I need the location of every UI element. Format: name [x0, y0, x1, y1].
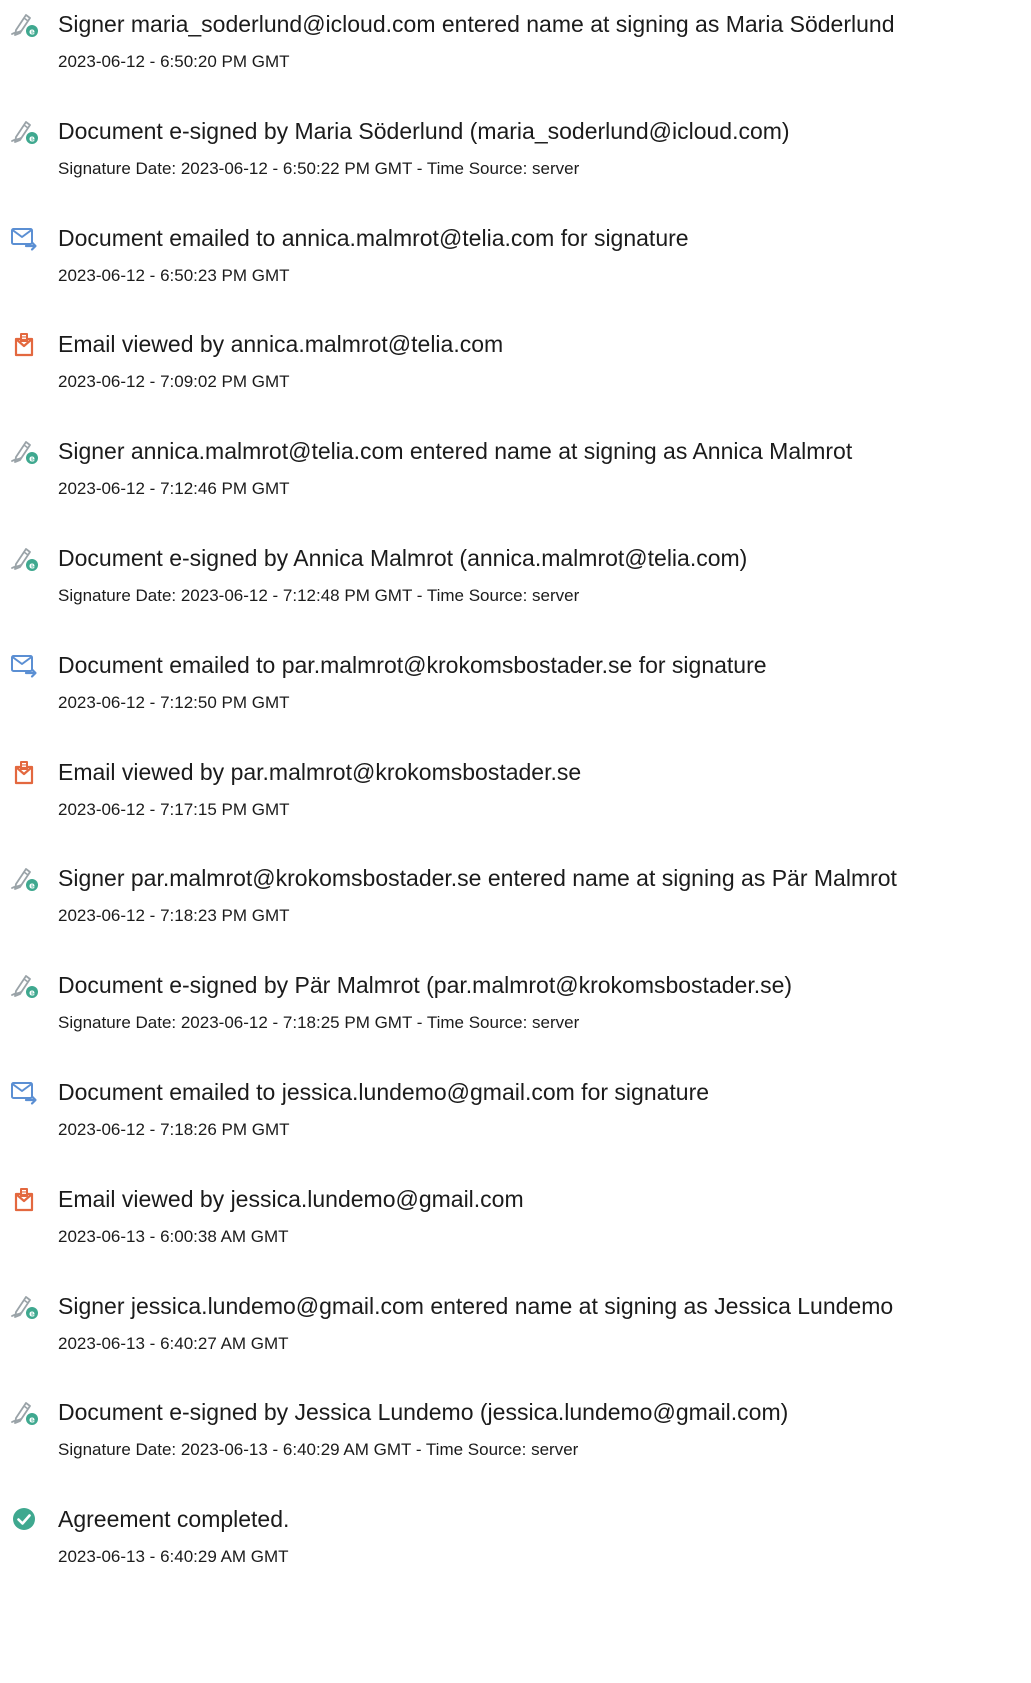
audit-event: Email viewed by par.malmrot@krokomsbosta…	[0, 758, 1031, 858]
event-timestamp: 2023-06-13 - 6:00:38 AM GMT	[58, 1226, 289, 1246]
svg-text:e: e	[29, 28, 35, 38]
email-viewed-icon	[9, 758, 39, 788]
event-timestamp: 2023-06-12 - 7:12:46 PM GMT	[58, 479, 290, 499]
audit-event: e Document e-signed by Jessica Lundemo (j…	[0, 1398, 1031, 1498]
svg-text:e: e	[29, 134, 35, 144]
signer-icon: e	[9, 437, 39, 467]
event-description: Signer jessica.lundemo@gmail.com entered…	[58, 1292, 894, 1319]
email-sent-icon	[9, 1078, 39, 1108]
event-description: Agreement completed.	[58, 1506, 290, 1533]
svg-text:e: e	[29, 882, 35, 892]
audit-event-list: e Signer maria_soderlund@icloud.com enter…	[0, 0, 1031, 1683]
event-timestamp: 2023-06-12 - 7:18:26 PM GMT	[58, 1120, 290, 1139]
email-viewed-icon	[9, 330, 39, 360]
event-description: Signer annica.malmrot@telia.com entered …	[58, 438, 853, 465]
svg-text:e: e	[29, 455, 35, 465]
event-timestamp: 2023-06-12 - 7:12:50 PM GMT	[58, 692, 290, 712]
svg-text:e: e	[29, 1416, 35, 1426]
event-description: Document e-signed by Jessica Lundemo (je…	[58, 1399, 789, 1426]
event-timestamp: 2023-06-12 - 6:50:20 PM GMT	[58, 52, 290, 71]
audit-event: Agreement completed. 2023-06-13 - 6:40:29…	[0, 1505, 1031, 1605]
svg-text:e: e	[29, 989, 35, 999]
signer-icon: e	[9, 1398, 39, 1428]
audit-event: e Signer par.malmrot@krokomsbostader.se e…	[0, 864, 1031, 964]
signer-icon: e	[9, 10, 39, 40]
event-description: Document e-signed by Annica Malmrot (ann…	[58, 545, 748, 571]
event-description: Email viewed by jessica.lundemo@gmail.co…	[58, 1185, 524, 1212]
audit-event: Email viewed by annica.malmrot@telia.com…	[0, 330, 1031, 430]
audit-event: e Document e-signed by Annica Malmrot (an…	[0, 544, 1031, 644]
event-timestamp: 2023-06-12 - 7:09:02 PM GMT	[58, 372, 290, 392]
signer-icon: e	[9, 544, 39, 574]
event-description: Document e-signed by Pär Malmrot (par.ma…	[58, 972, 793, 999]
completed-icon	[9, 1505, 39, 1535]
svg-text:e: e	[29, 562, 35, 572]
event-description: Document emailed to annica.malmrot@telia…	[58, 224, 689, 251]
event-timestamp: 2023-06-12 - 7:17:15 PM GMT	[58, 799, 290, 819]
svg-text:e: e	[29, 1309, 35, 1319]
event-description: Document emailed to par.malmrot@krokomsb…	[58, 651, 767, 678]
audit-event: e Signer jessica.lundemo@gmail.com entere…	[0, 1292, 1031, 1392]
event-timestamp: Signature Date: 2023-06-12 - 7:18:25 PM …	[58, 1013, 580, 1033]
signer-icon: e	[9, 1292, 39, 1322]
audit-event: Document emailed to jessica.lundemo@gmai…	[0, 1078, 1031, 1178]
event-timestamp: Signature Date: 2023-06-13 - 6:40:29 AM …	[58, 1440, 579, 1460]
signer-icon: e	[9, 971, 39, 1001]
audit-event: Document emailed to par.malmrot@krokomsb…	[0, 651, 1031, 751]
audit-event: e Document e-signed by Maria Söderlund (m…	[0, 117, 1031, 217]
email-sent-icon	[9, 224, 39, 254]
event-timestamp: Signature Date: 2023-06-12 - 7:12:48 PM …	[58, 586, 580, 605]
audit-event: e Document e-signed by Pär Malmrot (par.m…	[0, 971, 1031, 1071]
email-sent-icon	[9, 651, 39, 681]
event-description: Email viewed by annica.malmrot@telia.com	[58, 331, 504, 358]
signer-icon: e	[9, 864, 39, 894]
audit-event: e Signer annica.malmrot@telia.com entered…	[0, 437, 1031, 537]
audit-event: Document emailed to annica.malmrot@telia…	[0, 224, 1031, 324]
event-timestamp: 2023-06-12 - 6:50:23 PM GMT	[58, 265, 290, 285]
event-timestamp: 2023-06-13 - 6:40:27 AM GMT	[58, 1333, 289, 1353]
event-timestamp: Signature Date: 2023-06-12 - 6:50:22 PM …	[58, 158, 580, 178]
event-description: Document e-signed by Maria Söderlund (ma…	[58, 117, 790, 144]
event-timestamp: 2023-06-13 - 6:40:29 AM GMT	[58, 1547, 289, 1567]
email-viewed-icon	[9, 1185, 39, 1215]
event-description: Signer par.malmrot@krokomsbostader.se en…	[58, 865, 897, 892]
event-description: Signer maria_soderlund@icloud.com entere…	[58, 11, 895, 37]
event-description: Document emailed to jessica.lundemo@gmai…	[58, 1079, 710, 1105]
audit-event: Email viewed by jessica.lundemo@gmail.co…	[0, 1185, 1031, 1285]
event-description: Email viewed by par.malmrot@krokomsbosta…	[58, 758, 582, 785]
signer-icon: e	[9, 117, 39, 147]
audit-event: e Signer maria_soderlund@icloud.com enter…	[0, 10, 1031, 110]
event-timestamp: 2023-06-12 - 7:18:23 PM GMT	[58, 906, 290, 926]
